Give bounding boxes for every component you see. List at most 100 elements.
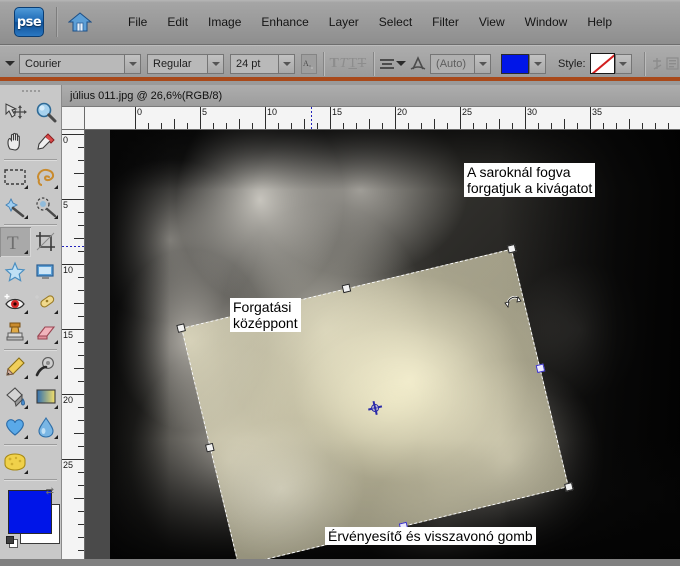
pencil-tool[interactable]	[0, 352, 31, 382]
menu-filter[interactable]: Filter	[422, 11, 469, 33]
chevron-down-icon[interactable]	[5, 53, 15, 75]
flyout-corner-icon	[24, 375, 28, 379]
flyout-corner-icon	[24, 435, 28, 439]
default-colors-icon[interactable]	[6, 536, 19, 549]
font-family-value: Courier	[19, 54, 124, 74]
paint-bucket-tool[interactable]	[0, 382, 31, 412]
strikethrough-button[interactable]: T	[357, 54, 366, 74]
menu-image[interactable]: Image	[198, 11, 251, 33]
menu-enhance[interactable]: Enhance	[251, 11, 318, 33]
flyout-corner-icon	[54, 375, 58, 379]
cookie-cutter-tool[interactable]	[0, 257, 31, 287]
flyout-corner-icon	[24, 405, 28, 409]
healing-brush-tool[interactable]	[31, 287, 62, 317]
horizontal-ruler[interactable]: 0 5 10 15 20 25	[85, 107, 680, 130]
rotate-cursor-icon	[503, 293, 525, 315]
annotation-commit: Érvényesítő és visszavonó gomb	[325, 527, 536, 545]
marquee-tool[interactable]	[0, 162, 31, 192]
toolbox-empty-slot	[31, 447, 62, 477]
menu-layer[interactable]: Layer	[319, 11, 369, 33]
ruler-h-label-25: 25	[462, 108, 472, 117]
menu-view[interactable]: View	[469, 11, 515, 33]
eyedropper-tool[interactable]	[31, 127, 62, 157]
flyout-corner-icon	[24, 250, 28, 254]
toolbox-divider-4	[4, 444, 57, 445]
ruler-h-label-5: 5	[202, 108, 207, 117]
style-dropdown-icon[interactable]	[615, 54, 632, 74]
toolbox-divider-3	[4, 349, 57, 350]
menu-file[interactable]: File	[118, 11, 157, 33]
application-window: pse File Edit Image Enhance Layer Select…	[0, 0, 680, 559]
ruler-h-label-35: 35	[592, 108, 602, 117]
selection-brush-tool[interactable]	[31, 192, 62, 222]
sponge-tool[interactable]	[0, 447, 31, 477]
lasso-tool[interactable]	[31, 162, 62, 192]
text-color-swatch[interactable]	[501, 54, 529, 74]
text-color-dropdown-icon[interactable]	[529, 54, 546, 74]
svg-text:A: A	[303, 59, 309, 68]
text-align-dropdown-icon[interactable]	[396, 53, 406, 75]
faux-bold-button[interactable]: T	[329, 54, 338, 74]
anti-alias-icon[interactable]: A	[301, 54, 317, 74]
menubar-divider	[56, 7, 57, 37]
crop-tool[interactable]	[31, 227, 62, 257]
create-warped-text-icon[interactable]	[650, 54, 665, 74]
menu-help[interactable]: Help	[577, 11, 622, 33]
toolbox-group-navigation	[0, 97, 61, 157]
zoom-tool[interactable]	[31, 97, 62, 127]
flyout-corner-icon	[24, 215, 28, 219]
type-tool[interactable]: T	[0, 227, 31, 257]
font-style-select[interactable]: Regular	[147, 54, 224, 74]
font-style-dropdown-icon[interactable]	[207, 54, 224, 74]
blur-tool[interactable]	[31, 412, 62, 442]
ruler-v-label-0: 0	[63, 136, 72, 145]
ruler-h-label-30: 30	[527, 108, 537, 117]
gradient-tool[interactable]	[31, 382, 62, 412]
style-label: Style:	[558, 58, 586, 70]
toolbox-grip[interactable]	[0, 85, 61, 97]
leading-select[interactable]: (Auto)	[430, 54, 491, 74]
toolbox-group-selection	[0, 162, 61, 222]
red-eye-tool[interactable]	[0, 287, 31, 317]
toolbox-divider-5	[4, 479, 57, 480]
toolbox-group-paint	[0, 352, 61, 442]
leading-dropdown-icon[interactable]	[474, 54, 491, 74]
photoshop-elements-logo[interactable]: pse	[14, 7, 44, 37]
font-size-dropdown-icon[interactable]	[278, 54, 295, 74]
annotation-pivot: Forgatási középpont	[230, 298, 301, 332]
menu-select[interactable]: Select	[369, 11, 422, 33]
menu-window[interactable]: Window	[515, 11, 578, 33]
vertical-ruler[interactable]: 0 5 10 15 20 25	[62, 130, 85, 559]
font-family-dropdown-icon[interactable]	[124, 54, 141, 74]
shape-tool[interactable]	[0, 412, 31, 442]
text-orientation-icon[interactable]	[665, 54, 680, 74]
magic-wand-tool[interactable]	[0, 192, 31, 222]
straighten-tool[interactable]	[31, 257, 62, 287]
clone-stamp-tool[interactable]	[0, 317, 31, 347]
font-size-select[interactable]: 24 pt	[230, 54, 295, 74]
ruler-h-label-15: 15	[332, 108, 342, 117]
layer-style-picker[interactable]	[590, 53, 632, 74]
ruler-origin-corner[interactable]	[62, 107, 85, 130]
flyout-corner-icon	[54, 435, 58, 439]
flyout-corner-icon	[54, 310, 58, 314]
underline-button[interactable]: T	[348, 54, 357, 74]
warp-text-icon[interactable]	[410, 54, 426, 74]
document-title-bar[interactable]: július 011.jpg @ 26,6%(RGB/8)	[62, 85, 680, 107]
smudge-tool[interactable]	[31, 352, 62, 382]
faux-italic-button[interactable]: T	[339, 54, 348, 74]
leading-value: (Auto)	[430, 54, 474, 74]
font-family-select[interactable]: Courier	[19, 54, 141, 74]
swap-colors-icon[interactable]: ⇄	[46, 486, 54, 497]
style-none-swatch[interactable]	[590, 53, 615, 74]
eraser-tool[interactable]	[31, 317, 62, 347]
menu-edit[interactable]: Edit	[157, 11, 198, 33]
ruler-v-label-10: 10	[63, 266, 72, 274]
font-style-value: Regular	[147, 54, 207, 74]
hand-tool[interactable]	[0, 127, 31, 157]
text-color-picker[interactable]	[501, 54, 546, 74]
move-tool[interactable]	[0, 97, 31, 127]
toolbox-group-sponge	[0, 447, 61, 477]
home-icon[interactable]	[66, 8, 94, 36]
text-align-icon[interactable]	[379, 54, 396, 74]
